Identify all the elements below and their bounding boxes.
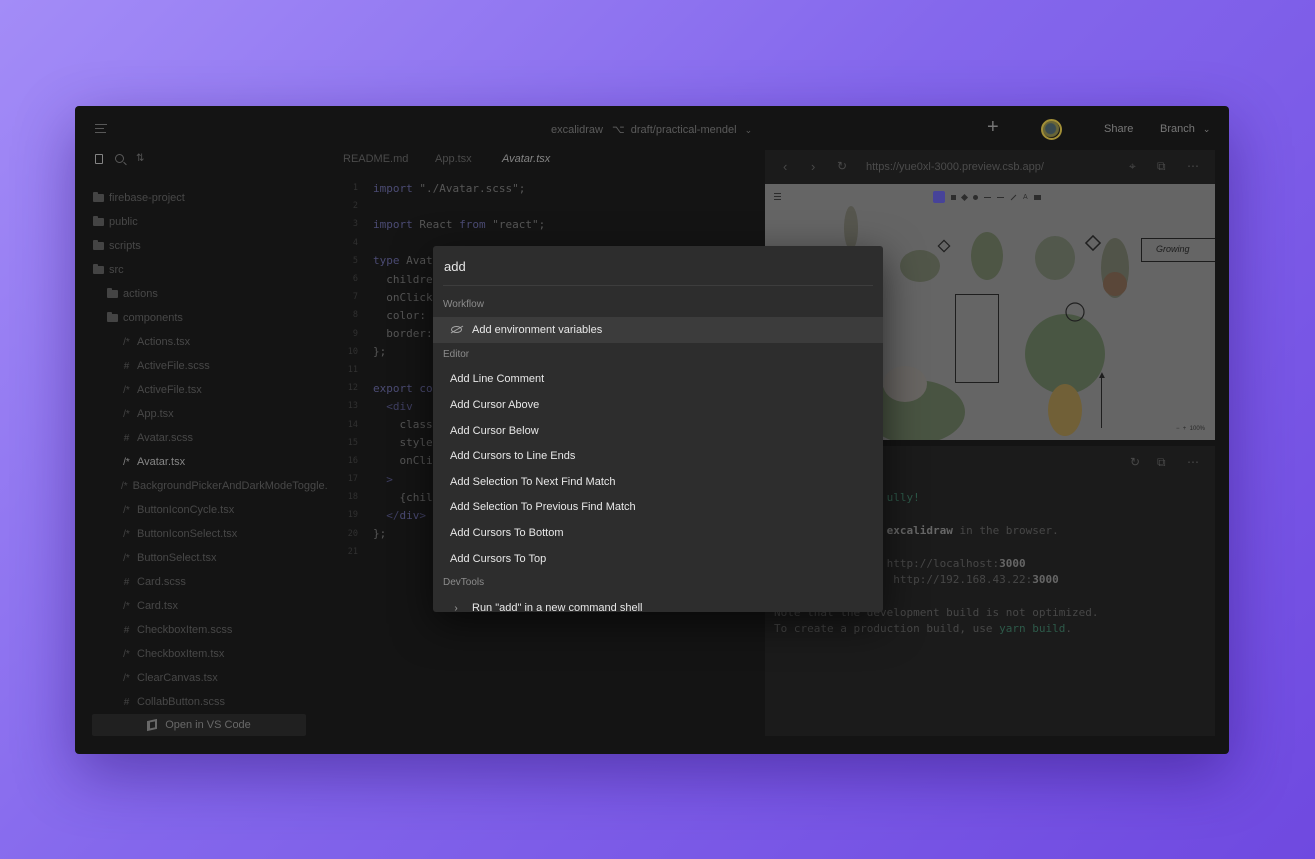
command-item[interactable]: Add Cursors to Line Ends [433,443,883,469]
command-item[interactable]: Add Cursor Below [433,418,883,444]
command-item-label: Add environment variables [472,323,603,336]
command-group-label: Workflow [443,299,484,310]
command-item-label: Run "add" in a new command shell [472,602,643,612]
command-group-label: Editor [443,348,470,360]
command-group-label: DevTools [443,577,485,589]
command-item-label: Add Cursor Below [450,424,539,437]
command-item[interactable]: Add Selection To Next Find Match [433,469,883,495]
command-item[interactable]: Add Selection To Previous Find Match [433,495,883,521]
command-item[interactable]: Add Cursor Above [433,392,883,418]
command-item[interactable]: Add Cursors To Top [433,546,883,572]
command-item-label: Add Cursor Above [450,398,540,411]
command-item[interactable]: › Run "add" in a new command shell [433,595,883,612]
command-item-label: Add Selection To Previous Find Match [450,501,636,514]
eye-slash-icon [450,324,462,336]
command-item-label: Add Line Comment [450,373,545,386]
command-item-label: Add Cursors To Top [450,552,547,565]
command-palette: Workflow Add environment variablesEditor A… [433,246,883,612]
command-item-label: Add Selection To Next Find Match [450,475,616,488]
command-item-label: Add Cursors To Bottom [450,526,564,539]
command-item[interactable]: Add environment variables [433,317,883,343]
command-item-label: Add Cursors to Line Ends [450,450,576,463]
command-search-input[interactable] [443,256,873,286]
command-list: Workflow Add environment variables Editor A… [433,293,883,612]
chevron-right-icon: › [454,602,458,612]
command-item[interactable]: Add Cursors To Bottom [433,520,883,546]
command-item[interactable]: Add Line Comment [433,367,883,393]
